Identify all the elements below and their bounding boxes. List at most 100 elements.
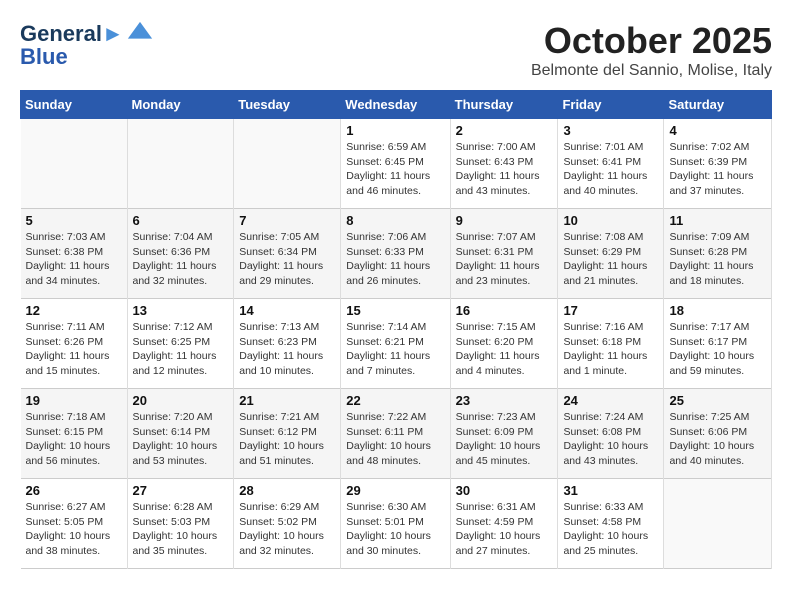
- day-info: Sunrise: 6:28 AM Sunset: 5:03 PM Dayligh…: [133, 500, 229, 559]
- day-number: 3: [563, 123, 658, 138]
- calendar-cell: 19 Sunrise: 7:18 AM Sunset: 6:15 PM Dayli…: [21, 389, 128, 479]
- day-number: 24: [563, 393, 658, 408]
- calendar-cell: 4Sunrise: 7:02 AM Sunset: 6:39 PM Daylig…: [664, 119, 772, 209]
- calendar-week-row: 5 Sunrise: 7:03 AM Sunset: 6:38 PM Daylig…: [21, 209, 772, 299]
- calendar-table: SundayMondayTuesdayWednesdayThursdayFrid…: [20, 90, 772, 569]
- calendar-cell: 6 Sunrise: 7:04 AM Sunset: 6:36 PM Daylig…: [127, 209, 234, 299]
- day-info: Sunrise: 7:05 AM Sunset: 6:34 PM Dayligh…: [239, 230, 335, 289]
- day-info: Sunrise: 7:25 AM Sunset: 6:06 PM Dayligh…: [669, 410, 766, 469]
- calendar-cell: 2 Sunrise: 7:00 AM Sunset: 6:43 PM Daylig…: [450, 119, 558, 209]
- calendar-header-row: SundayMondayTuesdayWednesdayThursdayFrid…: [21, 91, 772, 119]
- day-number: 23: [456, 393, 553, 408]
- calendar-cell: 22 Sunrise: 7:22 AM Sunset: 6:11 PM Dayli…: [341, 389, 450, 479]
- calendar-cell: 31 Sunrise: 6:33 AM Sunset: 4:58 PM Dayli…: [558, 479, 664, 569]
- day-info: Sunrise: 6:29 AM Sunset: 5:02 PM Dayligh…: [239, 500, 335, 559]
- day-info: Sunrise: 6:33 AM Sunset: 4:58 PM Dayligh…: [563, 500, 658, 559]
- day-info: Sunrise: 7:07 AM Sunset: 6:31 PM Dayligh…: [456, 230, 553, 289]
- day-info: Sunrise: 7:22 AM Sunset: 6:11 PM Dayligh…: [346, 410, 444, 469]
- logo: General► Blue: [20, 20, 154, 70]
- day-number: 13: [133, 303, 229, 318]
- page-header: General► Blue October 2025 Belmonte del …: [20, 20, 772, 80]
- day-info: Sunrise: 7:17 AM Sunset: 6:17 PM Dayligh…: [669, 320, 766, 379]
- logo-text: General►: [20, 22, 124, 46]
- calendar-cell: 29 Sunrise: 6:30 AM Sunset: 5:01 PM Dayli…: [341, 479, 450, 569]
- calendar-cell: 1Sunrise: 6:59 AM Sunset: 6:45 PM Daylig…: [341, 119, 450, 209]
- day-info: Sunrise: 7:21 AM Sunset: 6:12 PM Dayligh…: [239, 410, 335, 469]
- calendar-cell: 15 Sunrise: 7:14 AM Sunset: 6:21 PM Dayli…: [341, 299, 450, 389]
- weekday-header: Wednesday: [341, 91, 450, 119]
- day-number: 15: [346, 303, 444, 318]
- day-info: Sunrise: 6:30 AM Sunset: 5:01 PM Dayligh…: [346, 500, 444, 559]
- calendar-cell: 7 Sunrise: 7:05 AM Sunset: 6:34 PM Daylig…: [234, 209, 341, 299]
- day-number: 30: [456, 483, 553, 498]
- day-info: Sunrise: 6:31 AM Sunset: 4:59 PM Dayligh…: [456, 500, 553, 559]
- calendar-cell: [234, 119, 341, 209]
- weekday-header: Thursday: [450, 91, 558, 119]
- calendar-cell: [664, 479, 772, 569]
- day-number: 31: [563, 483, 658, 498]
- day-number: 5: [26, 213, 122, 228]
- day-info: Sunrise: 7:23 AM Sunset: 6:09 PM Dayligh…: [456, 410, 553, 469]
- calendar-cell: 10 Sunrise: 7:08 AM Sunset: 6:29 PM Dayli…: [558, 209, 664, 299]
- weekday-header: Saturday: [664, 91, 772, 119]
- day-info: Sunrise: 7:06 AM Sunset: 6:33 PM Dayligh…: [346, 230, 444, 289]
- calendar-body: 1Sunrise: 6:59 AM Sunset: 6:45 PM Daylig…: [21, 119, 772, 569]
- calendar-week-row: 26Sunrise: 6:27 AM Sunset: 5:05 PM Dayli…: [21, 479, 772, 569]
- calendar-cell: 16Sunrise: 7:15 AM Sunset: 6:20 PM Dayli…: [450, 299, 558, 389]
- day-number: 29: [346, 483, 444, 498]
- day-info: Sunrise: 7:12 AM Sunset: 6:25 PM Dayligh…: [133, 320, 229, 379]
- day-info: Sunrise: 7:15 AM Sunset: 6:20 PM Dayligh…: [456, 320, 553, 379]
- calendar-cell: 27Sunrise: 6:28 AM Sunset: 5:03 PM Dayli…: [127, 479, 234, 569]
- calendar-week-row: 19 Sunrise: 7:18 AM Sunset: 6:15 PM Dayli…: [21, 389, 772, 479]
- day-number: 20: [133, 393, 229, 408]
- day-number: 6: [133, 213, 229, 228]
- day-info: Sunrise: 7:20 AM Sunset: 6:14 PM Dayligh…: [133, 410, 229, 469]
- calendar-cell: 28Sunrise: 6:29 AM Sunset: 5:02 PM Dayli…: [234, 479, 341, 569]
- weekday-header: Tuesday: [234, 91, 341, 119]
- calendar-cell: 17Sunrise: 7:16 AM Sunset: 6:18 PM Dayli…: [558, 299, 664, 389]
- day-number: 2: [456, 123, 553, 138]
- day-number: 25: [669, 393, 766, 408]
- day-info: Sunrise: 7:13 AM Sunset: 6:23 PM Dayligh…: [239, 320, 335, 379]
- day-info: Sunrise: 7:16 AM Sunset: 6:18 PM Dayligh…: [563, 320, 658, 379]
- day-number: 19: [26, 393, 122, 408]
- logo-icon: [126, 20, 154, 48]
- day-info: Sunrise: 7:04 AM Sunset: 6:36 PM Dayligh…: [133, 230, 229, 289]
- title-block: October 2025 Belmonte del Sannio, Molise…: [531, 20, 772, 80]
- day-number: 7: [239, 213, 335, 228]
- calendar-week-row: 12Sunrise: 7:11 AM Sunset: 6:26 PM Dayli…: [21, 299, 772, 389]
- day-number: 10: [563, 213, 658, 228]
- day-info: Sunrise: 7:14 AM Sunset: 6:21 PM Dayligh…: [346, 320, 444, 379]
- day-info: Sunrise: 6:27 AM Sunset: 5:05 PM Dayligh…: [26, 500, 122, 559]
- day-number: 18: [669, 303, 766, 318]
- day-info: Sunrise: 7:18 AM Sunset: 6:15 PM Dayligh…: [26, 410, 122, 469]
- day-info: Sunrise: 7:01 AM Sunset: 6:41 PM Dayligh…: [563, 140, 658, 199]
- calendar-cell: 18 Sunrise: 7:17 AM Sunset: 6:17 PM Dayli…: [664, 299, 772, 389]
- weekday-header: Friday: [558, 91, 664, 119]
- day-info: Sunrise: 7:09 AM Sunset: 6:28 PM Dayligh…: [669, 230, 766, 289]
- day-number: 4: [669, 123, 766, 138]
- day-info: Sunrise: 7:03 AM Sunset: 6:38 PM Dayligh…: [26, 230, 122, 289]
- calendar-cell: 13 Sunrise: 7:12 AM Sunset: 6:25 PM Dayli…: [127, 299, 234, 389]
- calendar-cell: [21, 119, 128, 209]
- calendar-cell: 12Sunrise: 7:11 AM Sunset: 6:26 PM Dayli…: [21, 299, 128, 389]
- day-number: 21: [239, 393, 335, 408]
- calendar-cell: 3 Sunrise: 7:01 AM Sunset: 6:41 PM Daylig…: [558, 119, 664, 209]
- day-info: Sunrise: 7:08 AM Sunset: 6:29 PM Dayligh…: [563, 230, 658, 289]
- day-info: Sunrise: 7:11 AM Sunset: 6:26 PM Dayligh…: [26, 320, 122, 379]
- day-info: Sunrise: 7:24 AM Sunset: 6:08 PM Dayligh…: [563, 410, 658, 469]
- calendar-cell: 5 Sunrise: 7:03 AM Sunset: 6:38 PM Daylig…: [21, 209, 128, 299]
- day-number: 22: [346, 393, 444, 408]
- month-title: October 2025: [531, 20, 772, 62]
- calendar-cell: 14 Sunrise: 7:13 AM Sunset: 6:23 PM Dayli…: [234, 299, 341, 389]
- day-number: 14: [239, 303, 335, 318]
- calendar-cell: 25 Sunrise: 7:25 AM Sunset: 6:06 PM Dayli…: [664, 389, 772, 479]
- calendar-cell: 30 Sunrise: 6:31 AM Sunset: 4:59 PM Dayli…: [450, 479, 558, 569]
- calendar-cell: 21 Sunrise: 7:21 AM Sunset: 6:12 PM Dayli…: [234, 389, 341, 479]
- day-number: 9: [456, 213, 553, 228]
- calendar-cell: 11Sunrise: 7:09 AM Sunset: 6:28 PM Dayli…: [664, 209, 772, 299]
- calendar-cell: 9 Sunrise: 7:07 AM Sunset: 6:31 PM Daylig…: [450, 209, 558, 299]
- day-info: Sunrise: 7:00 AM Sunset: 6:43 PM Dayligh…: [456, 140, 553, 199]
- day-info: Sunrise: 6:59 AM Sunset: 6:45 PM Dayligh…: [346, 140, 444, 199]
- location-subtitle: Belmonte del Sannio, Molise, Italy: [531, 62, 772, 80]
